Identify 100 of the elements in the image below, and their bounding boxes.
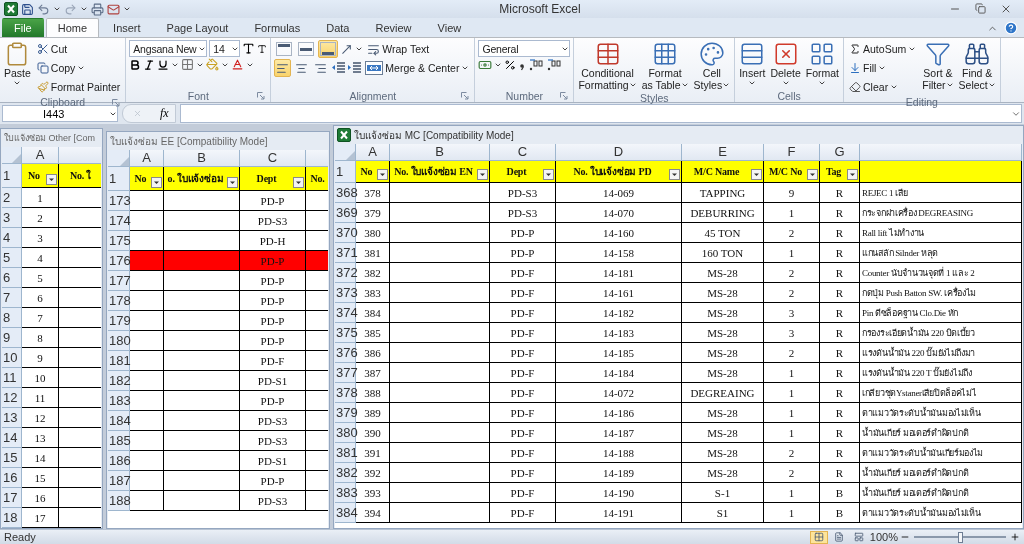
table-cell: R bbox=[835, 366, 844, 379]
table-cell: 45 TON bbox=[704, 226, 741, 239]
row-number: 176 bbox=[108, 251, 130, 271]
table-cell: R bbox=[835, 446, 844, 459]
clear-button[interactable]: Clear bbox=[847, 78, 919, 96]
row-number: 4 bbox=[2, 228, 22, 248]
row-number: 16 bbox=[2, 468, 22, 488]
table-cell: PD-P bbox=[260, 294, 285, 307]
table-cell: PD-S3 bbox=[257, 494, 288, 507]
cell-styles-button[interactable]: Cell Styles bbox=[692, 40, 732, 92]
table-cell: 17 bbox=[34, 511, 46, 524]
column-header: No. bbox=[306, 167, 328, 191]
column-header: No. ใบแจ้งซ่อม EN bbox=[390, 161, 490, 183]
column-header: No. ใ bbox=[59, 164, 101, 188]
table-cell: 14-186 bbox=[602, 406, 635, 419]
insert-function-button[interactable]: fx bbox=[160, 106, 169, 121]
column-letter: D bbox=[556, 144, 682, 161]
font-size-field[interactable]: 14 bbox=[209, 40, 241, 57]
paste-button[interactable]: Paste bbox=[3, 40, 32, 96]
group-label: Font bbox=[187, 89, 209, 102]
table-cell: 383 bbox=[364, 286, 381, 299]
conditional-formatting-button[interactable]: Conditional Formatting bbox=[577, 40, 638, 92]
table-cell: 391 bbox=[364, 446, 381, 459]
table-cell: 1 bbox=[788, 246, 795, 259]
table-cell: R bbox=[835, 266, 844, 279]
table-cell: 382 bbox=[364, 266, 381, 279]
format-button[interactable]: Format bbox=[804, 40, 841, 89]
merge-center-button[interactable]: Merge & Center bbox=[363, 59, 472, 77]
table-cell: 384 bbox=[364, 306, 381, 319]
column-header: No bbox=[22, 164, 59, 188]
row-number: 13 bbox=[2, 408, 22, 428]
table-cell-text: Rall lift ไม่ทำงาน bbox=[862, 226, 925, 240]
autosum-button[interactable]: AutoSum bbox=[847, 40, 919, 58]
ribbon-tab[interactable]: Page Layout bbox=[154, 18, 241, 37]
insert-button[interactable]: Insert bbox=[738, 40, 767, 89]
table-cell: PD-H bbox=[259, 234, 286, 247]
number-format-field[interactable]: General bbox=[478, 40, 571, 57]
file-tab[interactable]: File bbox=[2, 18, 44, 37]
row-number: 3 bbox=[2, 208, 22, 228]
table-cell: 1 bbox=[788, 426, 795, 439]
table-cell: 14-191 bbox=[602, 506, 635, 519]
column-header: M/C No bbox=[764, 161, 820, 183]
table-cell: PD-P bbox=[260, 334, 285, 347]
table-cell-text: เกลียวชุดYstanerเสียปิดล็อคไม่ไ bbox=[862, 386, 977, 400]
table-cell: 1 bbox=[788, 506, 795, 519]
row-number: 384 bbox=[335, 503, 356, 523]
window-title: Microsoft Excel bbox=[498, 2, 582, 16]
table-cell: PD-P bbox=[510, 226, 535, 239]
table-cell: 389 bbox=[364, 406, 381, 419]
table-cell: PD-S3 bbox=[507, 186, 538, 199]
ribbon-tab[interactable]: Insert bbox=[101, 18, 153, 37]
table-cell: 3 bbox=[37, 231, 43, 244]
table-cell: MS-28 bbox=[707, 286, 738, 299]
table-cell: 380 bbox=[364, 226, 381, 239]
copy-button[interactable]: Copy bbox=[34, 59, 123, 77]
fill-button[interactable]: Fill bbox=[847, 59, 919, 77]
column-letter: A bbox=[130, 150, 164, 167]
table-cell: 14-069 bbox=[602, 186, 635, 199]
table-cell: 387 bbox=[364, 366, 381, 379]
find-select-button[interactable]: Find & Select bbox=[957, 40, 997, 96]
column-header: No bbox=[130, 167, 164, 191]
sort-filter-button[interactable]: Sort & Filter bbox=[921, 40, 955, 96]
table-cell: MS-28 bbox=[707, 366, 738, 379]
wrap-text-button[interactable]: Wrap Text bbox=[365, 40, 432, 58]
cut-button[interactable]: Cut bbox=[34, 40, 123, 58]
delete-button[interactable]: Delete bbox=[769, 40, 802, 89]
table-cell: PD-P bbox=[260, 254, 285, 267]
ribbon-tab[interactable]: Data bbox=[314, 18, 362, 37]
ribbon-tab[interactable]: Formulas bbox=[242, 18, 313, 37]
row-number: 371 bbox=[335, 243, 356, 263]
format-as-table-button[interactable]: Format as Table bbox=[640, 40, 690, 92]
ribbon-tab[interactable]: Review bbox=[363, 18, 424, 37]
table-cell: PD-F bbox=[510, 346, 535, 359]
row-number: 1 bbox=[108, 167, 130, 191]
table-cell: S1 bbox=[716, 506, 729, 519]
row-number: 14 bbox=[2, 428, 22, 448]
table-cell: 6 bbox=[37, 291, 43, 304]
table-cell: PD-P bbox=[260, 394, 285, 407]
table-cell: 1 bbox=[788, 386, 795, 399]
table-cell: R bbox=[835, 206, 844, 219]
table-cell: PD-S1 bbox=[257, 374, 288, 387]
ribbon-tab[interactable]: Home bbox=[45, 18, 100, 37]
table-cell: 14-181 bbox=[602, 266, 635, 279]
group-label: Alignment bbox=[349, 89, 397, 102]
table-cell: 3 bbox=[788, 306, 795, 319]
row-number: 369 bbox=[335, 203, 356, 223]
row-number: 177 bbox=[108, 271, 130, 291]
font-name-field[interactable]: Angsana New bbox=[129, 40, 208, 57]
table-cell: 14-183 bbox=[602, 326, 635, 339]
group-label: Number bbox=[505, 89, 544, 102]
table-cell: 379 bbox=[364, 206, 381, 219]
row-number: 181 bbox=[108, 351, 130, 371]
column-header: Tag bbox=[820, 161, 860, 183]
format-painter-button[interactable]: Format Painter bbox=[34, 78, 123, 96]
table-cell: 388 bbox=[364, 386, 381, 399]
ribbon-tab[interactable]: View bbox=[425, 18, 474, 37]
table-cell: 1 bbox=[788, 366, 795, 379]
table-cell: PD-F bbox=[510, 426, 535, 439]
column-header: Dept bbox=[240, 167, 306, 191]
table-cell: 14-189 bbox=[602, 466, 635, 479]
